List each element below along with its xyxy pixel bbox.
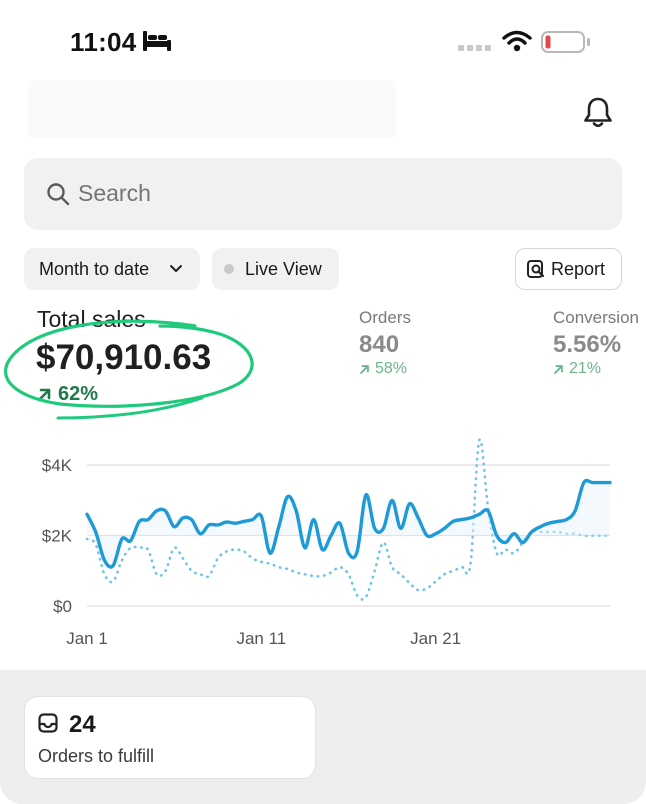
- date-range-label: Month to date: [39, 258, 150, 279]
- status-time: 11:04: [70, 27, 137, 57]
- orders-to-fulfill-label: Orders to fulfill: [38, 746, 155, 766]
- report-icon: [527, 260, 545, 278]
- y-tick-label: $4K: [42, 456, 73, 475]
- report-label: Report: [551, 258, 606, 279]
- x-tick-label: Jan 21: [410, 629, 461, 648]
- hand-drawn-circle-annotation: [4, 319, 254, 420]
- battery-low-icon: [541, 31, 590, 53]
- search-input[interactable]: [78, 180, 578, 207]
- conversion-change: 21%: [553, 360, 601, 378]
- y-tick-label: $2K: [42, 527, 73, 546]
- sales-line-chart: $4K $2K $0 Jan 1 Jan 11 Jan 21: [42, 438, 612, 648]
- bell-icon[interactable]: [582, 96, 614, 130]
- orders-label: Orders: [359, 308, 411, 327]
- conversion-value: 5.56%: [553, 331, 622, 358]
- live-status-dot: [224, 264, 234, 274]
- orders-change: 58%: [359, 360, 407, 378]
- store-name-placeholder: [28, 80, 396, 138]
- status-bar: 11:04: [0, 0, 646, 80]
- wifi-icon: [502, 30, 532, 52]
- arrow-up-right-icon: [554, 364, 563, 374]
- orders-to-fulfill-count: 24: [69, 711, 96, 738]
- search-bar[interactable]: [24, 158, 622, 230]
- x-tick-label: Jan 1: [66, 629, 108, 648]
- tasks-section: 24 Orders to fulfill: [0, 670, 646, 804]
- cellular-signal-icon: [458, 45, 491, 51]
- report-button[interactable]: Report: [515, 248, 622, 290]
- orders-to-fulfill-card[interactable]: 24 Orders to fulfill: [24, 696, 316, 779]
- x-tick-label: Jan 11: [236, 629, 286, 648]
- live-view-label: Live View: [245, 258, 322, 279]
- date-range-dropdown[interactable]: Month to date: [24, 248, 200, 290]
- search-icon: [47, 183, 70, 206]
- orders-value: 840: [359, 331, 400, 358]
- arrow-up-right-icon: [360, 364, 369, 374]
- inbox-tray-icon: [38, 713, 58, 733]
- conversion-label: Conversion: [553, 308, 639, 327]
- orders-change-value: 58%: [375, 360, 408, 377]
- live-view-button[interactable]: Live View: [212, 248, 339, 290]
- chevron-down-icon: [170, 265, 182, 272]
- bed-icon: [143, 31, 171, 51]
- conversion-change-value: 21%: [569, 360, 602, 377]
- y-tick-label: $0: [53, 597, 72, 616]
